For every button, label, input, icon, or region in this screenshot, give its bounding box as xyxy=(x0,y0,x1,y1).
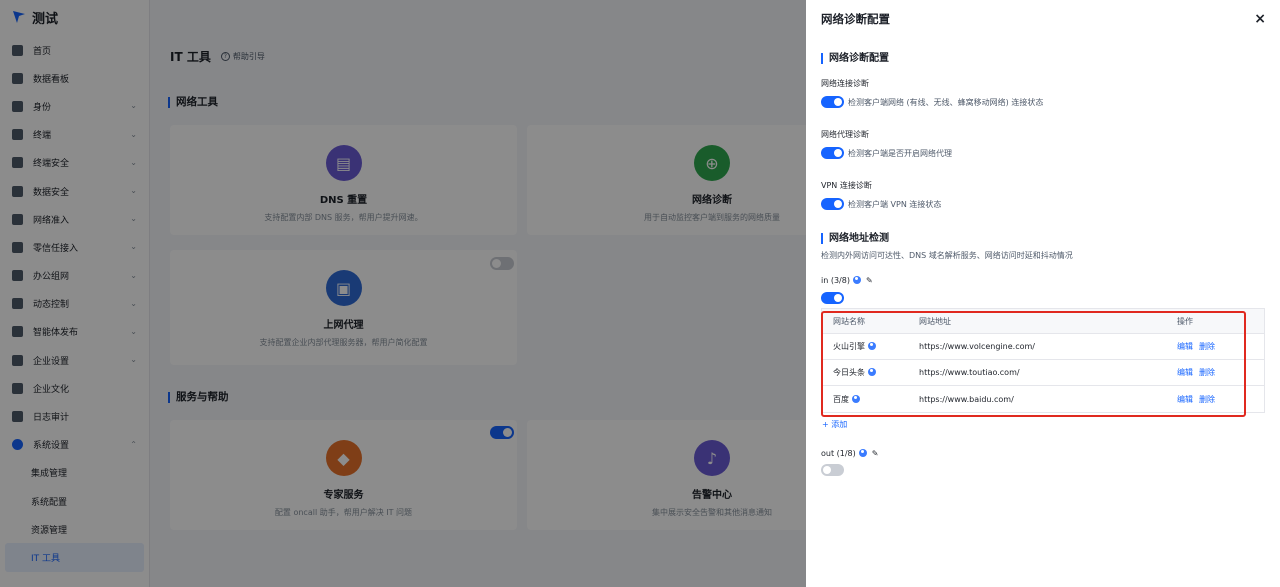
cell-site-url: https://www.volcengine.com/ xyxy=(919,342,1035,351)
globe-icon xyxy=(858,449,867,457)
conn-diagnosis-desc: 检测客户端网络 (有线、无线、蜂窝移动网络) 连接状态 xyxy=(848,97,1044,107)
table-row: 火山引擎 https://www.volcengine.com/ 编辑 删除 xyxy=(822,334,1264,360)
header-actions: 操作 xyxy=(1177,316,1193,326)
out-group-toggle[interactable] xyxy=(821,464,844,476)
header-site-name: 网站名称 xyxy=(833,316,865,326)
proxy-diagnosis-row: 检测客户端是否开启网络代理 xyxy=(821,147,952,159)
toggle-knob xyxy=(823,466,831,474)
table-row: 今日头条 https://www.toutiao.com/ 编辑 删除 xyxy=(822,360,1264,386)
address-table: 网站名称 网站地址 操作 火山引擎 https://www.volcengine… xyxy=(821,308,1265,413)
drawer-header: 网络诊断配置 × xyxy=(806,0,1280,38)
vpn-diagnosis-desc: 检测客户端 VPN 连接状态 xyxy=(848,199,942,209)
globe-icon xyxy=(868,342,876,350)
table-header: 网站名称 网站地址 操作 xyxy=(822,309,1264,334)
delete-link[interactable]: 删除 xyxy=(1199,395,1215,404)
proxy-diagnosis-label: 网络代理诊断 xyxy=(821,130,869,139)
in-group-header: in (3/8) ✎ xyxy=(821,276,873,285)
edit-link[interactable]: 编辑 xyxy=(1177,342,1193,351)
globe-icon xyxy=(852,276,861,284)
edit-link[interactable]: 编辑 xyxy=(1177,368,1193,377)
toggle-knob xyxy=(834,149,842,157)
cell-site-url: https://www.baidu.com/ xyxy=(919,394,1014,404)
cell-actions: 编辑 删除 xyxy=(1165,341,1264,352)
vpn-diagnosis-toggle[interactable] xyxy=(821,198,844,210)
in-group-toggle-row xyxy=(821,292,844,304)
vpn-diagnosis-row: 检测客户端 VPN 连接状态 xyxy=(821,198,941,210)
modal-overlay[interactable] xyxy=(0,0,806,587)
cell-site-name: 今日头条 xyxy=(822,367,919,378)
section-diagnosis-config: 网络诊断配置 xyxy=(821,53,889,64)
table-row: 百度 https://www.baidu.com/ 编辑 删除 xyxy=(822,386,1264,412)
edit-link[interactable]: 编辑 xyxy=(1177,395,1193,404)
toggle-knob xyxy=(834,200,842,208)
toggle-knob xyxy=(834,98,842,106)
address-detection-desc: 检测内外网访问可达性、DNS 域名解析服务、网络访问时延和抖动情况 xyxy=(821,251,1073,260)
conn-diagnosis-toggle[interactable] xyxy=(821,96,844,108)
delete-link[interactable]: 删除 xyxy=(1199,368,1215,377)
close-icon[interactable]: × xyxy=(1254,11,1266,27)
proxy-diagnosis-toggle[interactable] xyxy=(821,147,844,159)
drawer-title: 网络诊断配置 xyxy=(821,12,890,26)
site-name: 火山引擎 xyxy=(833,342,865,351)
site-name: 百度 xyxy=(833,394,849,404)
proxy-diagnosis-desc: 检测客户端是否开启网络代理 xyxy=(848,148,952,158)
site-name: 今日头条 xyxy=(833,368,865,377)
toggle-knob xyxy=(834,294,842,302)
in-group-label: in (3/8) xyxy=(821,276,850,285)
in-group-toggle[interactable] xyxy=(821,292,844,304)
edit-icon[interactable]: ✎ xyxy=(866,276,873,285)
section-address-detection: 网络地址检测 xyxy=(821,233,889,244)
cell-actions: 编辑 删除 xyxy=(1165,367,1264,378)
add-site-button[interactable]: + 添加 xyxy=(822,419,847,430)
out-group-label: out (1/8) xyxy=(821,449,856,458)
cell-site-name: 火山引擎 xyxy=(822,341,919,352)
cell-site-name: 百度 xyxy=(822,394,919,405)
conn-diagnosis-label: 网络连接诊断 xyxy=(821,79,869,88)
vpn-diagnosis-label: VPN 连接诊断 xyxy=(821,181,872,190)
globe-icon xyxy=(868,368,876,376)
conn-diagnosis-row: 检测客户端网络 (有线、无线、蜂窝移动网络) 连接状态 xyxy=(821,96,1043,108)
cell-site-url: https://www.toutiao.com/ xyxy=(919,368,1020,377)
out-group-header: out (1/8) ✎ xyxy=(821,449,878,458)
header-site-url: 网站地址 xyxy=(919,316,951,326)
network-diagnosis-drawer: 网络诊断配置 × 网络诊断配置 网络连接诊断 检测客户端网络 (有线、无线、蜂窝… xyxy=(806,0,1280,587)
globe-icon xyxy=(852,394,860,403)
out-group-toggle-row xyxy=(821,464,844,476)
edit-icon[interactable]: ✎ xyxy=(872,449,879,458)
cell-actions: 编辑 删除 xyxy=(1165,394,1264,405)
delete-link[interactable]: 删除 xyxy=(1199,342,1215,351)
